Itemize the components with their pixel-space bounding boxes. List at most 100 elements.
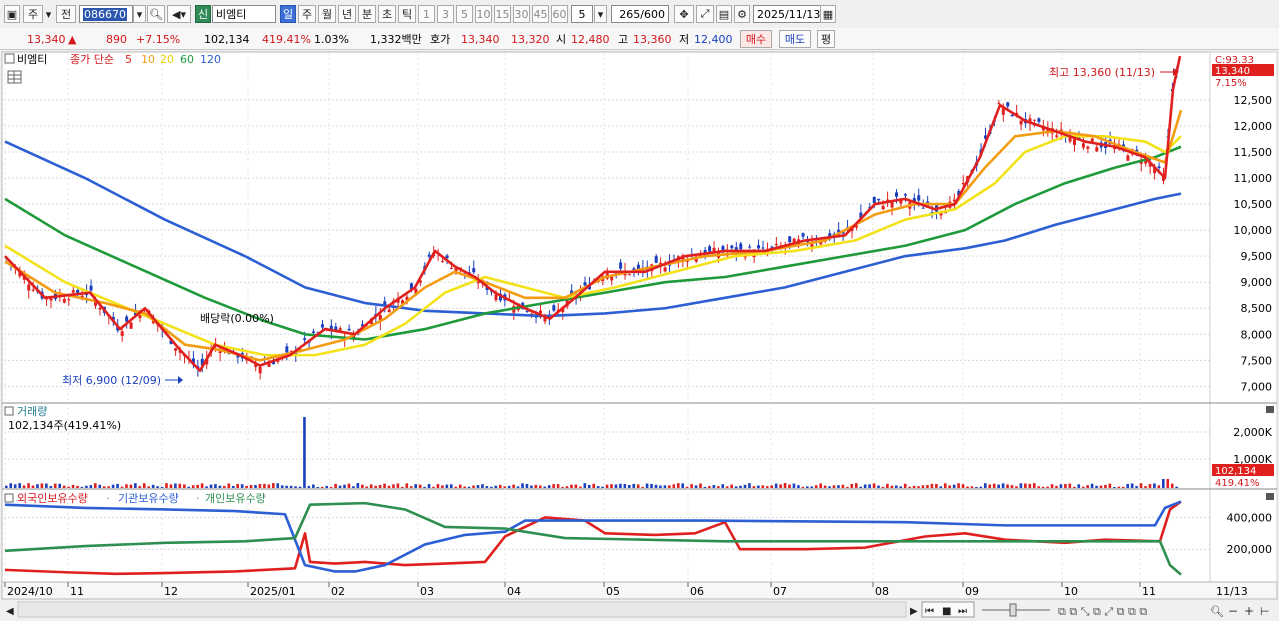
buy-button[interactable]: 매수 [740, 30, 772, 48]
plus-icon[interactable]: + [1244, 604, 1254, 618]
low-price: 12,400 [694, 32, 733, 46]
tab-second[interactable]: 초 [378, 5, 396, 23]
zoom-icon[interactable]: 🔍︎ [1210, 605, 1224, 618]
legend-ma10: 10 [141, 53, 155, 66]
volume-bar [316, 486, 320, 488]
draw-tool-icon[interactable]: ⤢ [696, 5, 714, 23]
interval-5[interactable]: 5 [456, 5, 473, 23]
volume-bar [67, 486, 70, 488]
horizontal-scrollbar[interactable] [17, 601, 907, 618]
fit-icon[interactable]: ⊢ [1260, 605, 1270, 618]
volume-bar [62, 485, 66, 488]
code-value: 086670 [83, 7, 127, 21]
search-icon[interactable]: 🔍︎ [147, 5, 165, 23]
interval-30[interactable]: 30 [513, 5, 530, 23]
volume-bar [739, 485, 742, 488]
minus-icon[interactable]: − [1228, 604, 1238, 618]
volume-bar [85, 485, 88, 488]
interval-10[interactable]: 10 [475, 5, 492, 23]
forward-icon[interactable]: ⏭ [958, 606, 967, 617]
tab-day[interactable]: 일 [280, 5, 296, 23]
tab-month[interactable]: 월 [318, 5, 336, 23]
volume-bar [1010, 485, 1014, 488]
tools-icons[interactable]: ⧉ ⧉ ⤡ ⧉ ⤢ ⧉ ⧉ ⧉ [1058, 605, 1147, 618]
volume-bar [926, 484, 929, 488]
volume-bar [9, 483, 13, 488]
code-dropdown-icon[interactable]: ▾ [133, 5, 146, 23]
volume-bar [490, 486, 493, 488]
volume-panel-close-icon[interactable] [1266, 406, 1274, 413]
save-icon[interactable]: ▤ [716, 5, 732, 23]
volume-bar [365, 486, 369, 488]
candle-body [120, 331, 124, 336]
x-tick-label: 03 [420, 585, 434, 598]
holding-panel-close-icon[interactable] [1266, 493, 1274, 500]
candle-body [525, 311, 529, 313]
interval-1[interactable]: 1 [418, 5, 435, 23]
count-dropdown-icon[interactable]: ▾ [594, 5, 607, 23]
stock-name-field[interactable]: 비엠티 [212, 5, 276, 23]
speaker-icon[interactable]: ◀▾ [167, 5, 191, 23]
volume-bar [832, 485, 836, 488]
scroll-right-icon[interactable]: ▶ [910, 606, 918, 617]
volume-bar [80, 486, 84, 488]
volume-bar [387, 485, 391, 488]
eval-button[interactable]: 평 [817, 30, 835, 48]
volume-bar [1041, 486, 1045, 488]
low-label: 저 [679, 33, 690, 46]
candle-body [1010, 114, 1014, 117]
volume-bar [890, 485, 894, 488]
volume-bar [320, 486, 324, 488]
chart-area[interactable]: 12,500 12,000 11,500 11,000 10,500 10,000 9,50… [0, 51, 1279, 621]
tab-minute[interactable]: 분 [358, 5, 376, 23]
volume-bar [134, 483, 137, 488]
stop-icon[interactable]: ■ [942, 606, 951, 617]
trade-amount: 1,332백만 [370, 33, 422, 46]
volume-bar [770, 485, 773, 488]
volume-bar [846, 486, 849, 488]
count-field[interactable]: 5 [571, 5, 593, 23]
date-field[interactable]: 2025/11/13 [753, 5, 823, 23]
calendar-icon[interactable]: ▦ [820, 5, 836, 23]
volume-bar [289, 485, 293, 488]
tab-tick[interactable]: 틱 [398, 5, 416, 23]
scroll-left-icon[interactable]: ◀ [6, 606, 14, 617]
volume-bar [436, 484, 440, 488]
volume-bar [1015, 486, 1018, 488]
volume-bar [503, 486, 506, 488]
volume-bar [58, 483, 61, 488]
high-annotation: 최고 13,360 (11/13) [1049, 66, 1155, 79]
interval-60[interactable]: 60 [551, 5, 568, 23]
interval-45[interactable]: 45 [532, 5, 549, 23]
interval-15[interactable]: 15 [494, 5, 511, 23]
x-tick-label: 06 [690, 585, 704, 598]
volume-bar [401, 486, 404, 488]
volume-bar [151, 484, 155, 488]
prev-button[interactable]: 전 [56, 5, 76, 23]
quote-label: 호가 [430, 33, 451, 46]
volume-bar [49, 486, 53, 488]
zoom-slider-handle[interactable] [1009, 603, 1017, 617]
volume-bar [1148, 484, 1152, 488]
volume-bar [187, 486, 191, 488]
tab-week[interactable]: 주 [298, 5, 316, 23]
volume-bar [1099, 485, 1103, 488]
x-tick-label: 08 [875, 585, 889, 598]
volume-bar [1144, 486, 1147, 488]
holding-tick-label: 200,000 [1227, 543, 1273, 556]
window-icon[interactable]: ▣ [4, 5, 20, 23]
market-button[interactable]: 주 [23, 5, 43, 23]
volume-bar [556, 484, 560, 488]
sell-button[interactable]: 매도 [779, 30, 811, 48]
count-display[interactable]: 265/600 [611, 5, 669, 23]
gear-icon[interactable]: ⚙ [734, 5, 750, 23]
tab-year[interactable]: 년 [338, 5, 356, 23]
rewind-icon[interactable]: ⏮ [925, 606, 934, 617]
code-input[interactable]: 086670 [79, 5, 133, 23]
candle-body [1037, 118, 1041, 122]
volume-bar [498, 484, 502, 488]
volume-bar [783, 483, 787, 488]
interval-3[interactable]: 3 [437, 5, 454, 23]
crosshair-icon[interactable]: ✥ [674, 5, 694, 23]
chevron-down-icon[interactable]: ▾ [44, 5, 53, 23]
